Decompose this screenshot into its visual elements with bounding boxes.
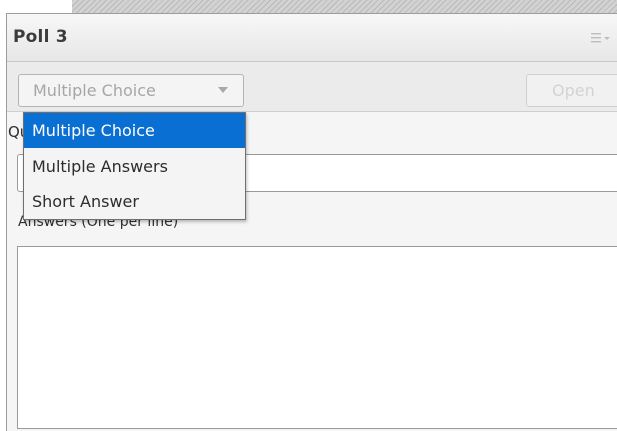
dropdown-option-short-answer[interactable]: Short Answer [24, 184, 245, 219]
question-type-select[interactable]: Multiple Choice [18, 74, 244, 107]
answers-textarea[interactable] [17, 246, 617, 429]
hamburger-menu-icon [591, 33, 610, 43]
poll-window: Poll 3 Multiple Choice Open Answers (One… [0, 0, 617, 431]
poll-panel: Poll 3 Multiple Choice Open Answers (One… [6, 13, 617, 431]
question-type-value: Multiple Choice [33, 81, 156, 100]
background-pattern [72, 0, 617, 14]
dropdown-option-multiple-choice[interactable]: Multiple Choice [24, 113, 245, 148]
open-button-label: Open [552, 81, 595, 100]
poll-title-bar: Poll 3 [7, 14, 617, 62]
question-type-dropdown: Multiple Choice Multiple Answers Short A… [23, 112, 246, 220]
open-poll-button[interactable]: Open [526, 74, 617, 107]
poll-title: Poll 3 [13, 27, 68, 47]
caret-down-icon [218, 87, 228, 93]
dropdown-option-multiple-answers[interactable]: Multiple Answers [24, 149, 245, 184]
poll-toolbar: Multiple Choice Open [7, 62, 617, 112]
panel-menu-button[interactable] [589, 30, 613, 46]
